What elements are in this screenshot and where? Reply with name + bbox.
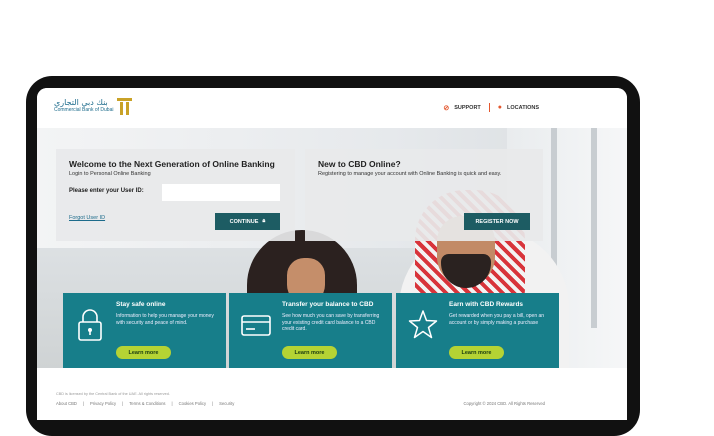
header-links: ⊘ SUPPORT ● LOCATIONS: [443, 103, 539, 112]
card-title: Stay safe online: [116, 301, 166, 308]
forgot-user-id-link[interactable]: Forgot User ID: [69, 215, 105, 221]
footer-link-about[interactable]: About CBD: [56, 401, 77, 406]
learn-more-button[interactable]: Learn more: [449, 346, 504, 359]
star-icon: [408, 310, 438, 339]
card-rewards: Earn with CBD Rewards Get rewarded when …: [396, 293, 559, 368]
hero-pillar: [591, 128, 597, 328]
register-title: New to CBD Online?: [318, 159, 401, 169]
logo-text: بنك دبي التجاري Commercial Bank of Dubai: [54, 98, 113, 114]
card-title: Transfer your balance to CBD: [282, 301, 374, 308]
header-bar: بنك دبي التجاري Commercial Bank of Dubai…: [37, 88, 627, 128]
header-divider: [488, 103, 490, 112]
learn-more-button[interactable]: Learn more: [282, 346, 337, 359]
footer-link-security[interactable]: Security: [219, 401, 234, 406]
user-id-input[interactable]: [162, 184, 280, 201]
credit-card-icon: [241, 315, 271, 336]
card-stay-safe: Stay safe online Information to help you…: [63, 293, 226, 368]
login-subtitle: Login to Personal Online Banking: [69, 171, 151, 177]
register-now-button[interactable]: REGISTER NOW: [464, 213, 530, 230]
continue-button[interactable]: CONTINUE 🔒︎: [215, 213, 280, 230]
footer-link-terms[interactable]: Terms & Conditions: [129, 401, 165, 406]
location-pin-icon: ●: [497, 104, 503, 111]
brand-logo[interactable]: بنك دبي التجاري Commercial Bank of Dubai: [54, 98, 133, 115]
footer-copyright: Copyright © 2024 CBD. All Rights Reserve…: [463, 401, 545, 406]
continue-label: CONTINUE: [229, 218, 259, 225]
card-description: Information to help you manage your mone…: [116, 313, 214, 326]
padlock-icon: [78, 309, 102, 341]
support-link[interactable]: SUPPORT: [454, 105, 481, 111]
footer-link-privacy[interactable]: Privacy Policy: [90, 401, 116, 406]
register-label: REGISTER NOW: [475, 218, 519, 225]
login-panel: Welcome to the Next Generation of Online…: [56, 149, 295, 241]
card-balance-transfer: Transfer your balance to CBD See how muc…: [229, 293, 392, 368]
support-icon: ⊘: [443, 104, 450, 112]
learn-more-button[interactable]: Learn more: [116, 346, 171, 359]
card-title: Earn with CBD Rewards: [449, 301, 524, 308]
locations-link[interactable]: LOCATIONS: [507, 105, 539, 111]
footer-links: About CBD | Privacy Policy | Terms & Condi…: [56, 401, 235, 406]
logo-arabic: بنك دبي التجاري: [54, 98, 108, 107]
register-subtitle: Registering to manage your account with …: [318, 171, 502, 177]
screen: بنك دبي التجاري Commercial Bank of Dubai…: [37, 88, 627, 420]
footer-note: CBD is licensed by the Central Bank of t…: [56, 392, 170, 396]
logo-mark-icon: [117, 98, 133, 115]
user-id-label: Please enter your User ID:: [69, 188, 144, 194]
login-title: Welcome to the Next Generation of Online…: [69, 159, 275, 169]
footer: CBD is licensed by the Central Bank of t…: [37, 368, 627, 420]
footer-link-cookies[interactable]: Cookies Policy: [179, 401, 206, 406]
logo-english: Commercial Bank of Dubai: [54, 107, 114, 113]
lock-icon: 🔒︎: [262, 218, 266, 224]
card-description: Get rewarded when you pay a bill, open a…: [449, 313, 545, 326]
register-panel: New to CBD Online? Registering to manage…: [305, 149, 543, 241]
card-description: See how much you can save by transferrin…: [282, 313, 380, 333]
